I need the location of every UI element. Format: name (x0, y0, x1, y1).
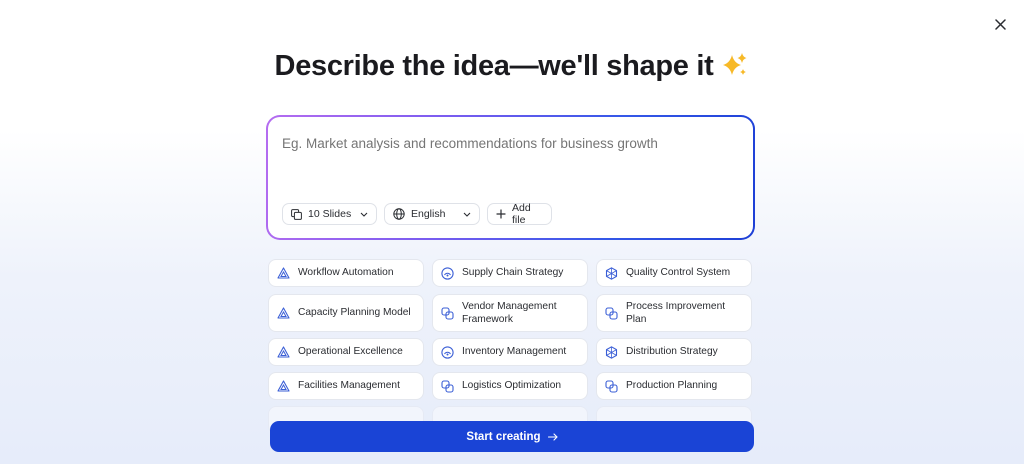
add-file-button[interactable]: Add file (487, 202, 552, 226)
slides-icon (291, 208, 302, 220)
signal-icon (441, 345, 454, 359)
start-creating-button[interactable]: Start creating (270, 421, 754, 452)
suggestion-chip[interactable]: Workflow Automation (268, 259, 424, 287)
close-button[interactable] (990, 14, 1010, 34)
triangle-icon (277, 307, 290, 319)
prompt-box: 10 Slides English (266, 115, 755, 240)
suggestion-chip[interactable]: Quality Control System (596, 259, 752, 287)
suggestion-chip[interactable]: Facilities Management (268, 372, 424, 400)
slides-dropdown[interactable]: 10 Slides (282, 203, 377, 225)
globe-icon (393, 208, 405, 220)
overlap-icon (605, 306, 618, 320)
suggestion-label: Facilities Management (298, 380, 400, 392)
suggestion-chip[interactable]: Logistics Optimization (432, 372, 588, 400)
language-label: English (411, 208, 446, 220)
suggestion-label: Production Planning (626, 380, 718, 392)
suggestion-chip[interactable]: Inventory Management (432, 338, 588, 366)
plus-icon (496, 209, 506, 219)
suggestion-grid: Workflow Automation Supply Chain Strategy… (268, 259, 753, 434)
suggestion-label: Operational Excellence (298, 346, 403, 358)
suggestion-chip[interactable]: Supply Chain Strategy (432, 259, 588, 287)
slides-label: 10 Slides (308, 208, 352, 220)
suggestion-chip[interactable]: Distribution Strategy (596, 338, 752, 366)
suggestion-label: Quality Control System (626, 267, 731, 279)
arrow-right-icon (547, 432, 558, 441)
suggestion-chip[interactable]: Vendor Management Framework (432, 294, 588, 332)
add-file-label: Add file (512, 202, 531, 226)
language-dropdown[interactable]: English (384, 203, 480, 225)
suggestion-label: Workflow Automation (298, 267, 394, 279)
triangle-icon (277, 267, 290, 279)
dialog-title-text: Describe the idea—we'll shape it (274, 50, 714, 82)
signal-icon (441, 266, 454, 280)
suggestion-chip[interactable]: Production Planning (596, 372, 752, 400)
chevron-down-icon (360, 212, 368, 217)
suggestion-label: Distribution Strategy (626, 346, 718, 358)
dialog-title: Describe the idea—we'll shape it (0, 50, 1024, 86)
suggestion-chip[interactable]: Operational Excellence (268, 338, 424, 366)
suggestion-chip[interactable]: Process Improvement Plan (596, 294, 752, 332)
suggestion-label: Capacity Planning Model (298, 307, 411, 319)
close-icon (994, 18, 1006, 30)
suggestion-label: Inventory Management (462, 346, 567, 358)
suggestion-label: Process Improvement Plan (626, 300, 726, 325)
start-creating-label: Start creating (466, 430, 541, 443)
suggestion-label: Supply Chain Strategy (462, 267, 564, 279)
hexagon-icon (605, 345, 618, 359)
prompt-inner: 10 Slides English (268, 117, 753, 238)
suggestion-label: Logistics Optimization (462, 380, 562, 392)
suggestion-label: Vendor Management Framework (462, 300, 557, 325)
prompt-input[interactable] (282, 136, 742, 151)
triangle-icon (277, 380, 290, 392)
prompt-controls: 10 Slides English Add file (282, 202, 552, 226)
sparkle-icon (721, 52, 749, 86)
triangle-icon (277, 346, 290, 358)
suggestion-chip[interactable]: Capacity Planning Model (268, 294, 424, 332)
chevron-down-icon (463, 212, 471, 217)
overlap-icon (441, 379, 454, 393)
overlap-icon (605, 379, 618, 393)
overlap-icon (441, 306, 454, 320)
hexagon-icon (605, 266, 618, 280)
